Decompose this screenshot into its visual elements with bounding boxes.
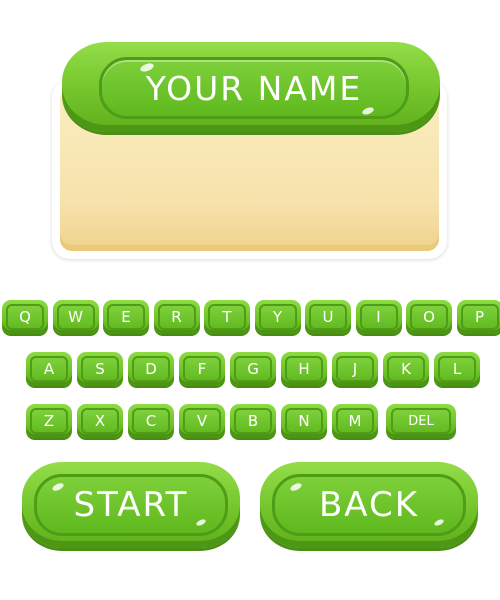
key-k[interactable]: K [383, 352, 429, 386]
key-s[interactable]: S [77, 352, 123, 386]
title-banner: YOUR NAME [62, 42, 440, 132]
key-q[interactable]: Q [2, 300, 48, 334]
key-label: C [132, 408, 170, 434]
key-label: B [234, 408, 272, 434]
delete-key[interactable]: DEL [386, 404, 456, 438]
key-label: Q [6, 304, 44, 330]
key-r[interactable]: R [153, 300, 200, 334]
key-label: V [183, 408, 221, 434]
name-panel: YOUR NAME [52, 42, 447, 259]
key-label: N [285, 408, 323, 434]
key-label: W [56, 304, 95, 330]
key-j[interactable]: J [332, 352, 378, 386]
key-o[interactable]: O [406, 300, 452, 334]
key-y[interactable]: Y [254, 300, 301, 334]
key-label: S [81, 356, 119, 382]
back-button[interactable]: BACK [260, 462, 478, 548]
key-l[interactable]: L [434, 352, 480, 386]
key-label: Z [30, 408, 68, 434]
key-c[interactable]: C [128, 404, 174, 438]
key-m[interactable]: M [332, 404, 378, 438]
delete-key-label: DEL [391, 408, 451, 434]
key-label: G [234, 356, 272, 382]
key-i[interactable]: I [355, 300, 402, 334]
key-label: P [460, 304, 499, 330]
page-title: YOUR NAME [145, 68, 363, 108]
key-t[interactable]: T [204, 300, 250, 334]
key-label: Y [258, 304, 297, 330]
key-label: X [81, 408, 119, 434]
key-label: K [387, 356, 425, 382]
key-v[interactable]: V [179, 404, 225, 438]
key-label: U [309, 304, 347, 330]
key-g[interactable]: G [230, 352, 276, 386]
key-label: I [359, 304, 398, 330]
key-u[interactable]: U [305, 300, 351, 334]
key-a[interactable]: A [26, 352, 72, 386]
key-label: O [410, 304, 448, 330]
key-label: T [208, 304, 246, 330]
key-label: D [132, 356, 170, 382]
key-label: L [438, 356, 476, 382]
start-button[interactable]: START [22, 462, 240, 548]
key-label: R [157, 304, 196, 330]
key-p[interactable]: P [456, 300, 500, 334]
key-e[interactable]: E [103, 300, 149, 334]
key-label: E [107, 304, 145, 330]
key-label: J [336, 356, 374, 382]
key-label: M [336, 408, 374, 434]
key-label: H [285, 356, 323, 382]
key-f[interactable]: F [179, 352, 225, 386]
key-h[interactable]: H [281, 352, 327, 386]
key-d[interactable]: D [128, 352, 174, 386]
key-w[interactable]: W [52, 300, 99, 334]
key-n[interactable]: N [281, 404, 327, 438]
key-x[interactable]: X [77, 404, 123, 438]
key-label: A [30, 356, 68, 382]
key-label: F [183, 356, 221, 382]
key-z[interactable]: Z [26, 404, 72, 438]
key-b[interactable]: B [230, 404, 276, 438]
